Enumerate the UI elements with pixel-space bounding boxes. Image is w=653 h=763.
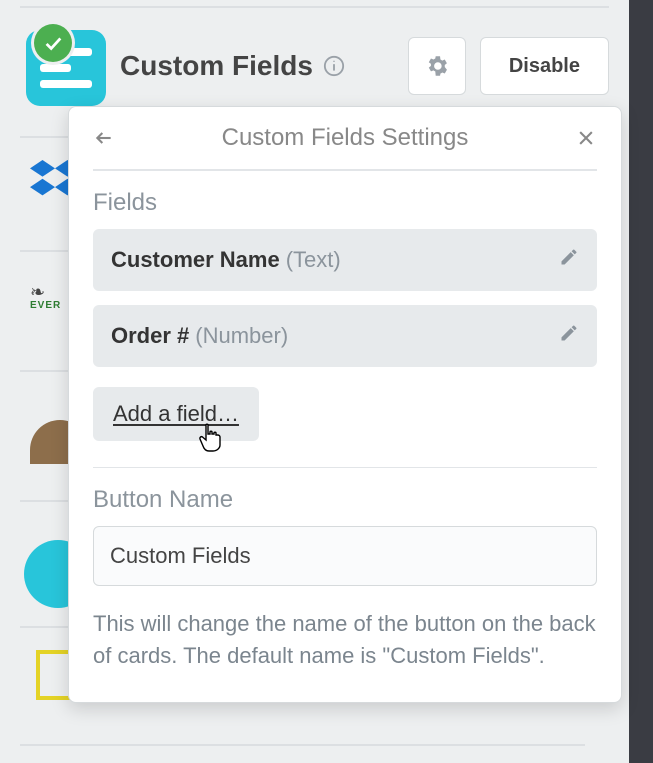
powerup-title-text: Custom Fields xyxy=(120,50,313,82)
custom-fields-powerup-icon xyxy=(20,26,106,106)
field-row[interactable]: Customer Name (Text) xyxy=(93,229,597,291)
window-edge xyxy=(629,0,653,763)
disable-button[interactable]: Disable xyxy=(480,37,609,95)
button-name-input[interactable] xyxy=(93,526,597,586)
button-name-label: Button Name xyxy=(93,468,597,526)
edit-pencil-icon[interactable] xyxy=(559,323,579,348)
divider xyxy=(20,744,585,746)
icon-line xyxy=(40,80,92,88)
powerups-panel: Custom Fields Disable ❧ EVER Custom Fiel… xyxy=(0,0,629,763)
field-name: Order # xyxy=(111,323,189,349)
field-row[interactable]: Order # (Number) xyxy=(93,305,597,367)
enabled-check-icon xyxy=(34,24,72,62)
close-button[interactable] xyxy=(569,121,603,155)
field-type: (Text) xyxy=(286,247,341,273)
icon-line xyxy=(40,64,71,72)
field-type: (Number) xyxy=(195,323,288,349)
add-field-label: Add a field… xyxy=(113,401,239,426)
disable-button-label: Disable xyxy=(509,55,580,78)
add-field-button[interactable]: Add a field… xyxy=(93,387,259,441)
powerup-title: Custom Fields xyxy=(120,50,394,82)
cursor-pointer-icon xyxy=(197,423,225,453)
info-icon[interactable] xyxy=(323,55,345,77)
fields-section-label: Fields xyxy=(93,171,597,229)
powerup-header-row: Custom Fields Disable xyxy=(0,8,629,120)
popover-header: Custom Fields Settings xyxy=(69,107,621,169)
custom-fields-settings-popover: Custom Fields Settings Fields Customer N… xyxy=(68,106,622,703)
evernote-label: EVER xyxy=(30,300,61,311)
popover-title: Custom Fields Settings xyxy=(121,124,569,152)
field-name: Customer Name xyxy=(111,247,280,273)
button-name-helper-text: This will change the name of the button … xyxy=(93,586,597,672)
back-button[interactable] xyxy=(87,121,121,155)
edit-pencil-icon[interactable] xyxy=(559,247,579,272)
settings-gear-button[interactable] xyxy=(408,37,466,95)
